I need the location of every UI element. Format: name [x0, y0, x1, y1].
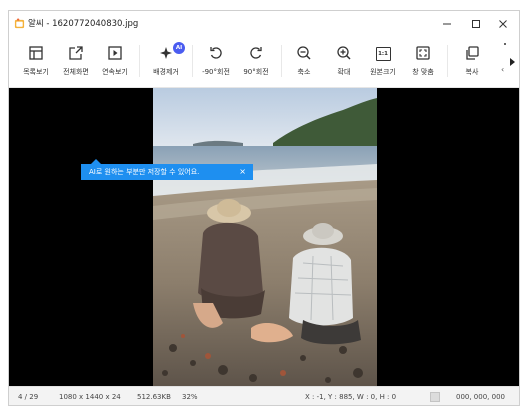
close-button[interactable]: [490, 15, 516, 33]
background-remove-icon: [160, 47, 172, 59]
color-swatch: [430, 392, 440, 402]
toolbar-more-dots-icon: [504, 43, 506, 51]
list-view-button[interactable]: 목록보기: [19, 39, 53, 83]
zoom-out-label: 축소: [297, 68, 311, 76]
app-window: 알씨 - 1620772040830.jpg 목록보기 전체화면 연속보기 배경…: [8, 10, 520, 406]
window-title: 알씨 - 1620772040830.jpg: [28, 19, 139, 29]
slideshow-label: 연속보기: [102, 68, 128, 76]
toolbar: 목록보기 전체화면 연속보기 배경제거 AI -90°회전 90°회전 축소 확…: [9, 37, 519, 88]
page-counter: 4 / 29: [18, 393, 39, 401]
minimize-icon: [443, 23, 451, 25]
rotate-left-button[interactable]: -90°회전: [199, 39, 233, 83]
slideshow-button[interactable]: 연속보기: [98, 39, 132, 83]
fullscreen-label: 전체화면: [63, 68, 89, 76]
color-value: 000, 000, 000: [456, 393, 505, 401]
tooltip-text: AI로 원하는 부분만 저장할 수 있어요.: [89, 168, 200, 176]
toolbar-divider: [447, 45, 448, 77]
close-icon: [499, 20, 507, 28]
fit-window-icon: [416, 46, 430, 60]
list-view-icon: [29, 46, 43, 60]
image-viewer[interactable]: AI로 원하는 부분만 저장할 수 있어요. ×: [9, 88, 519, 386]
zoom-level: 32%: [182, 393, 198, 401]
file-size: 512.63KB: [137, 393, 171, 401]
original-size-label: 원본크기: [370, 68, 396, 76]
cursor-coordinates: X : -1, Y : 885, W : 0, H : 0: [305, 393, 397, 401]
zoom-in-label: 확대: [337, 68, 351, 76]
ai-tooltip: AI로 원하는 부분만 저장할 수 있어요. ×: [81, 164, 253, 180]
title-bar: 알씨 - 1620772040830.jpg: [9, 11, 519, 37]
photo-image: [153, 88, 377, 386]
toolbar-divider: [281, 45, 282, 77]
rotate-left-label: -90°회전: [202, 68, 230, 76]
zoom-out-icon: [297, 46, 311, 60]
tooltip-close-button[interactable]: ×: [239, 167, 246, 176]
zoom-in-icon: [337, 46, 351, 60]
rotate-right-label: 90°회전: [243, 68, 269, 76]
app-logo-icon: [14, 18, 25, 29]
fit-window-button[interactable]: 창 맞춤: [406, 39, 440, 83]
toolbar-divider: [139, 45, 140, 77]
background-remove-label: 배경제거: [153, 68, 179, 76]
slideshow-icon: [108, 46, 122, 60]
ai-badge: AI: [173, 42, 185, 54]
copy-icon: [466, 46, 479, 60]
fullscreen-button[interactable]: 전체화면: [59, 39, 93, 83]
maximize-button[interactable]: [463, 15, 489, 33]
minimize-button[interactable]: [434, 15, 460, 33]
toolbar-divider: [192, 45, 193, 77]
original-size-button[interactable]: 1:1 원본크기: [365, 39, 401, 83]
list-view-label: 목록보기: [23, 68, 49, 76]
toolbar-next-arrow-icon[interactable]: [509, 57, 517, 67]
zoom-in-button[interactable]: 확대: [329, 39, 359, 83]
copy-label: 복사: [465, 68, 479, 76]
fit-window-label: 창 맞춤: [412, 68, 434, 76]
fullscreen-icon: [69, 46, 83, 60]
rotate-right-button[interactable]: 90°회전: [239, 39, 273, 83]
toolbar-scroll-left[interactable]: ‹: [501, 65, 504, 74]
copy-button[interactable]: 복사: [457, 39, 487, 83]
status-bar: 4 / 29 1080 x 1440 x 24 512.63KB 32% X :…: [9, 386, 519, 405]
zoom-out-button[interactable]: 축소: [289, 39, 319, 83]
original-size-icon: 1:1: [375, 47, 391, 61]
image-dimensions: 1080 x 1440 x 24: [59, 393, 121, 401]
rotate-left-icon: [210, 47, 222, 59]
maximize-icon: [472, 20, 480, 28]
rotate-right-icon: [250, 47, 262, 59]
